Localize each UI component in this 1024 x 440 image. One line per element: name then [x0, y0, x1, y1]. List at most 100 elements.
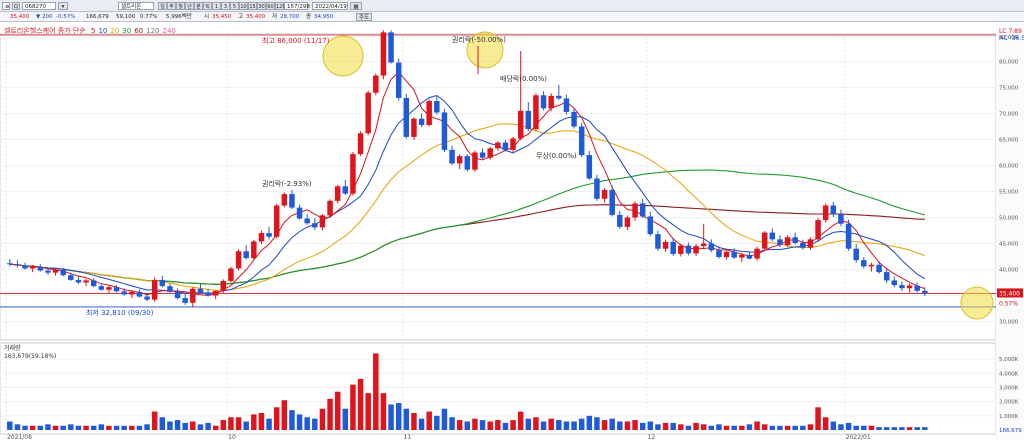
volume-bar: [578, 418, 585, 430]
volume-bar: [761, 424, 768, 430]
volume-bar: [350, 384, 356, 430]
period-button-5[interactable]: 틱: [203, 2, 212, 10]
period-button-4[interactable]: 분: [194, 2, 203, 10]
candle-body: [98, 286, 105, 290]
dropdown-icon[interactable]: ▾: [58, 2, 68, 10]
period-button-10[interactable]: 15: [248, 2, 257, 10]
price-chart[interactable]: 2021/081011122022/0102030404/1982,00080,…: [0, 22, 1024, 440]
candle-body: [220, 280, 227, 291]
volume-bar: [922, 427, 928, 430]
candle-body: [441, 112, 448, 150]
current-price: 35,400: [10, 14, 30, 20]
volume-bar: [746, 424, 753, 430]
period-button-1[interactable]: 주: [167, 2, 176, 10]
last-price-label: 35,400: [999, 290, 1020, 297]
candle-body: [578, 126, 585, 156]
candle-body: [876, 264, 882, 273]
bonus-annotation: 무상(0.00%): [536, 151, 577, 160]
candle-body: [502, 142, 509, 150]
volume-bar: [784, 425, 791, 430]
dividend-annotation: 배당락(0.00%): [500, 74, 547, 83]
candle-body: [899, 285, 905, 289]
period-button-2[interactable]: 월: [176, 2, 185, 10]
candle-body: [373, 75, 379, 93]
candle-body: [159, 279, 166, 287]
period-button-9[interactable]: 10: [239, 2, 248, 10]
candle-body: [563, 98, 570, 112]
volume-title: 거래량: [4, 344, 21, 352]
stock-name-field[interactable]: 셀트리온: [118, 2, 154, 10]
candle-body: [273, 205, 280, 237]
volume-bar: [121, 425, 127, 430]
rights-annotation-1: 권리락(-50.00%): [452, 35, 506, 44]
candle-body: [22, 265, 28, 269]
volume-bar: [380, 393, 387, 430]
change-percent: -0.57%: [56, 14, 76, 20]
high-annotation: 최고 86,000 (11/17): [262, 36, 330, 45]
candle-body: [342, 186, 349, 194]
volume-bar: [685, 425, 692, 430]
candle-body: [815, 220, 821, 240]
candle-body: [251, 241, 257, 259]
volume-value: 166,679: [86, 14, 109, 20]
volume-bar: [693, 422, 699, 430]
candle-body: [258, 233, 265, 242]
calendar-icon[interactable]: ▦: [350, 2, 362, 10]
candle-body: [327, 200, 333, 216]
volume-tick-label: 1,000K: [999, 414, 1019, 420]
volume-bar: [365, 393, 371, 430]
period-button-0[interactable]: 일: [158, 2, 167, 10]
candle-body: [403, 97, 410, 137]
candle-body: [266, 233, 272, 237]
candle-body: [449, 149, 455, 164]
candle-body: [167, 286, 173, 292]
candle-body: [144, 296, 150, 300]
period-button-12[interactable]: 60: [266, 2, 275, 10]
volume-bar: [136, 425, 143, 430]
volume-bar: [312, 418, 318, 430]
candle-body: [14, 264, 21, 266]
menu-icon[interactable]: ≡: [2, 2, 10, 10]
volume-bar: [487, 421, 493, 430]
close-label: 종: [306, 14, 312, 20]
candle-body: [800, 242, 806, 248]
period-button-13[interactable]: 120: [275, 2, 286, 10]
candle-body: [350, 154, 356, 194]
candle-body: [434, 101, 440, 113]
volume-bar: [342, 408, 349, 430]
stock-code-input[interactable]: 068270: [22, 2, 56, 10]
volume-bar: [517, 411, 524, 430]
period-button-6[interactable]: 1: [212, 2, 221, 10]
candle-body: [830, 205, 837, 215]
candle-body: [182, 298, 188, 303]
volume-bar: [388, 404, 394, 430]
search-icon[interactable]: Q: [12, 2, 20, 10]
period-button-7[interactable]: 3: [221, 2, 230, 10]
volume-bar: [434, 415, 440, 430]
candle-body: [52, 270, 59, 273]
volume-bar: [822, 417, 829, 430]
period-button-3[interactable]: 년: [185, 2, 194, 10]
extra-button[interactable]: 주도: [356, 13, 372, 21]
volume-bar: [68, 424, 74, 430]
volume-bar: [197, 424, 204, 430]
date-field[interactable]: 2022/04/19: [312, 2, 348, 10]
candle-body: [319, 215, 326, 228]
volume-bar: [60, 425, 66, 430]
volume-bar: [479, 420, 486, 430]
change-value: 200: [42, 14, 53, 20]
candle-body: [464, 156, 471, 170]
volume-bar: [495, 420, 501, 430]
candle-body: [517, 110, 524, 139]
x-tick-label: 11: [404, 434, 412, 440]
candle-body: [296, 207, 303, 219]
candle-body: [411, 118, 417, 137]
volume-bar: [75, 425, 82, 430]
count-field[interactable]: 157/298: [284, 2, 310, 10]
volume-bar: [90, 425, 97, 430]
period-button-8[interactable]: 5: [230, 2, 239, 10]
price-tick-label: 45,000: [999, 242, 1019, 248]
period-button-11[interactable]: 30: [257, 2, 266, 10]
candle-body: [487, 148, 493, 158]
volume-bar: [830, 421, 837, 430]
